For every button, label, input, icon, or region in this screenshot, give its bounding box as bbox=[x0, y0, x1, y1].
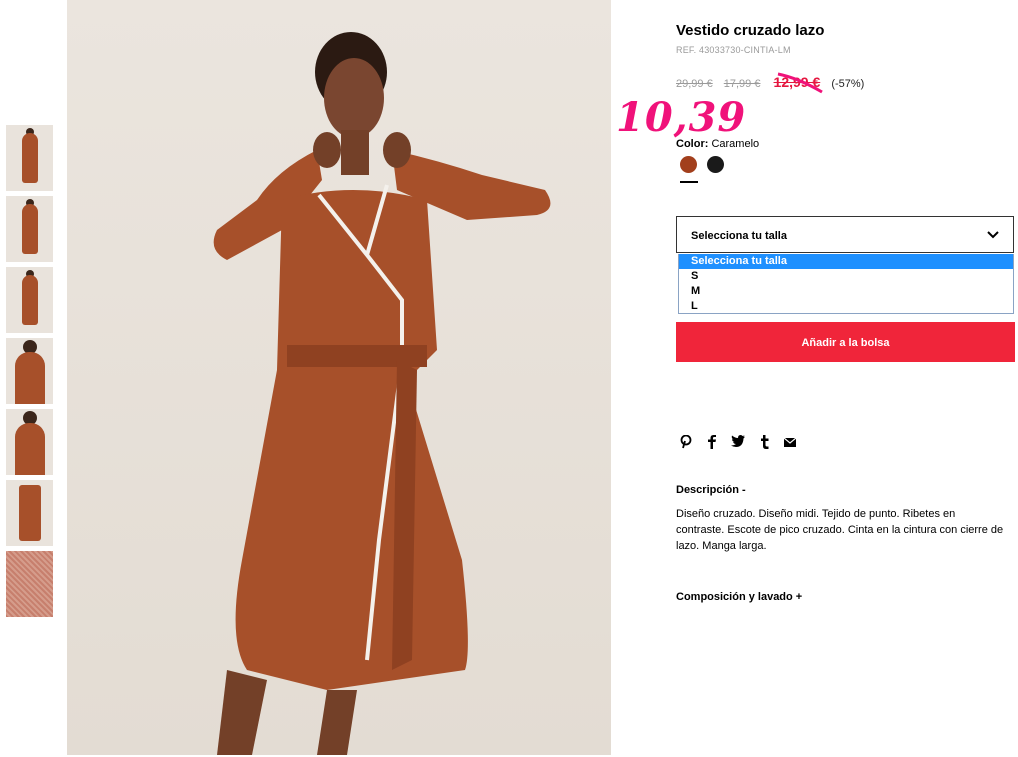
size-option-l[interactable]: L bbox=[679, 299, 1013, 314]
description-toggle[interactable]: Descripción - bbox=[676, 484, 746, 496]
composition-toggle[interactable]: Composición y lavado + bbox=[676, 591, 802, 603]
pinterest-icon[interactable] bbox=[678, 434, 694, 451]
original-price: 29,99 € bbox=[676, 78, 713, 90]
thumbnail-strip bbox=[6, 125, 53, 622]
color-label-title: Color: bbox=[676, 138, 709, 150]
size-option-m[interactable]: M bbox=[679, 284, 1013, 299]
size-dropdown-list: Selecciona tu talla S M L bbox=[678, 254, 1014, 314]
selected-swatch-indicator bbox=[680, 181, 698, 183]
email-icon[interactable] bbox=[782, 435, 798, 451]
thumbnail-3[interactable] bbox=[6, 267, 53, 333]
previous-price: 17,99 € bbox=[723, 78, 761, 90]
color-value: Caramelo bbox=[711, 138, 760, 150]
product-reference: REF. 43033730-CINTIA-LM bbox=[676, 45, 791, 55]
price-row: 29,99 € 17,99 € 12,99 € (-57%) bbox=[676, 74, 864, 90]
thumbnail-7[interactable] bbox=[6, 551, 53, 617]
description-text: Diseño cruzado. Diseño midi. Tejido de p… bbox=[676, 508, 1004, 552]
size-select[interactable]: Selecciona tu talla bbox=[676, 216, 1014, 253]
twitter-icon[interactable] bbox=[730, 435, 746, 451]
product-main-image[interactable] bbox=[67, 0, 611, 755]
size-select-label: Selecciona tu talla bbox=[691, 230, 787, 242]
handwritten-price: 10,39 bbox=[616, 94, 747, 141]
size-option-placeholder[interactable]: Selecciona tu talla bbox=[679, 254, 1013, 269]
thumbnail-2[interactable] bbox=[6, 196, 53, 262]
facebook-icon[interactable] bbox=[704, 435, 720, 451]
swatch-negro[interactable] bbox=[707, 156, 724, 173]
chevron-down-icon bbox=[987, 231, 999, 239]
thumbnail-4[interactable] bbox=[6, 338, 53, 404]
current-price: 12,99 € bbox=[773, 74, 821, 90]
swatch-caramelo[interactable] bbox=[680, 156, 697, 173]
size-option-s[interactable]: S bbox=[679, 269, 1013, 284]
tumblr-icon[interactable] bbox=[756, 435, 772, 451]
product-title: Vestido cruzado lazo bbox=[676, 22, 825, 39]
thumbnail-5[interactable] bbox=[6, 409, 53, 475]
thumbnail-6[interactable] bbox=[6, 480, 53, 546]
add-to-bag-button[interactable]: Añadir a la bolsa bbox=[676, 322, 1015, 362]
thumbnail-1[interactable] bbox=[6, 125, 53, 191]
color-label: Color: Caramelo bbox=[676, 138, 759, 150]
color-swatches bbox=[680, 156, 740, 186]
discount-badge: (-57%) bbox=[831, 78, 865, 90]
